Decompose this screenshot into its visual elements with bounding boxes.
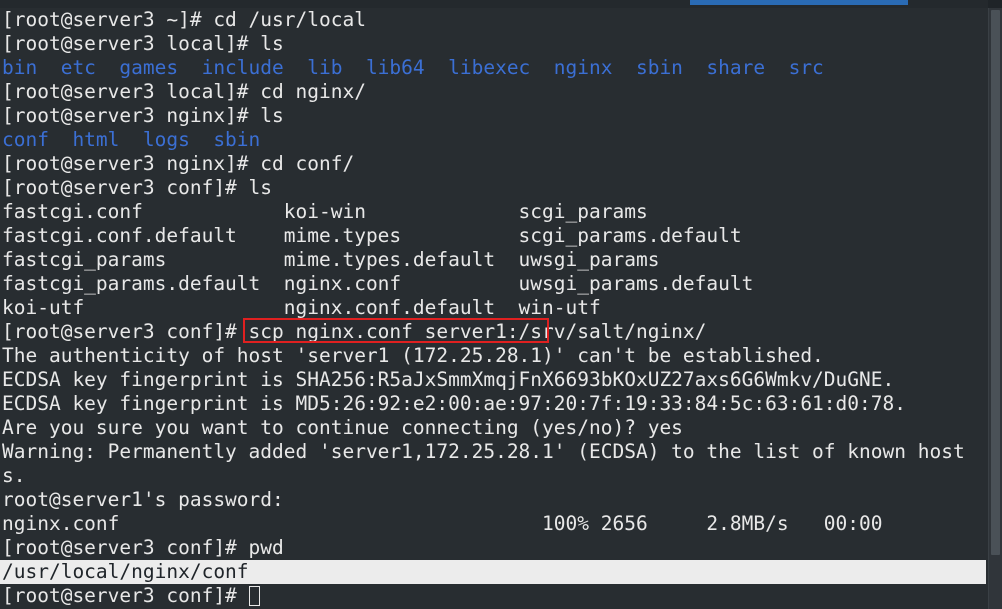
terminal-line: [root@server3 nginx]# ls <box>2 104 284 127</box>
terminal-line: bin etc games include lib lib64 libexec … <box>2 56 824 79</box>
text-cursor <box>248 586 260 606</box>
terminal-line: [root@server3 nginx]# cd conf/ <box>2 152 355 175</box>
terminal-line: [root@server3 local]# cd nginx/ <box>2 80 366 103</box>
terminal-line: fastcgi_params mime.types.default uwsgi_… <box>2 248 660 271</box>
terminal-line: [root@server3 ~]# cd /usr/local <box>2 8 366 31</box>
terminal-output[interactable]: [root@server3 ~]# cd /usr/local [root@ser… <box>0 8 988 609</box>
terminal-line: ECDSA key fingerprint is SHA256:R5aJxSmm… <box>2 368 895 391</box>
terminal-line: fastcgi_params.default nginx.conf uwsgi_… <box>2 272 754 295</box>
terminal-line: s. <box>2 464 26 487</box>
active-tab-underline[interactable] <box>690 0 908 5</box>
terminal-line: fastcgi.conf koi-win scgi_params <box>2 200 648 223</box>
terminal-window: [root@server3 ~]# cd /usr/local [root@ser… <box>0 0 1002 609</box>
terminal-line: [root@server3 conf]# scp nginx.conf serv… <box>2 320 707 343</box>
terminal-line: koi-utf nginx.conf.default win-utf <box>2 296 601 319</box>
terminal-line: conf html logs sbin <box>2 128 261 151</box>
terminal-scrollbar[interactable] <box>988 8 1002 609</box>
terminal-line: root@server1's password: <box>2 488 284 511</box>
terminal-line: [root@server3 conf]# <box>0 584 988 608</box>
terminal-line: /usr/local/nginx/conf <box>0 560 986 584</box>
terminal-line: [root@server3 conf]# pwd <box>2 536 284 559</box>
terminal-line: Warning: Permanently added 'server1,172.… <box>2 440 965 463</box>
terminal-line: [root@server3 conf]# ls <box>2 176 273 199</box>
prompt-text: [root@server3 conf]# <box>2 584 249 607</box>
terminal-line: fastcgi.conf.default mime.types scgi_par… <box>2 224 742 247</box>
terminal-line: The authenticity of host 'server1 (172.2… <box>2 344 824 367</box>
terminal-line: ECDSA key fingerprint is MD5:26:92:e2:00… <box>2 392 906 415</box>
window-chrome-strip <box>0 0 1002 8</box>
terminal-line: nginx.conf 100% 2656 2.8MB/s 00:00 <box>2 512 883 535</box>
scrollbar-thumb[interactable] <box>991 10 1000 555</box>
terminal-line: Are you sure you want to continue connec… <box>2 416 683 439</box>
terminal-line: [root@server3 local]# ls <box>2 32 284 55</box>
